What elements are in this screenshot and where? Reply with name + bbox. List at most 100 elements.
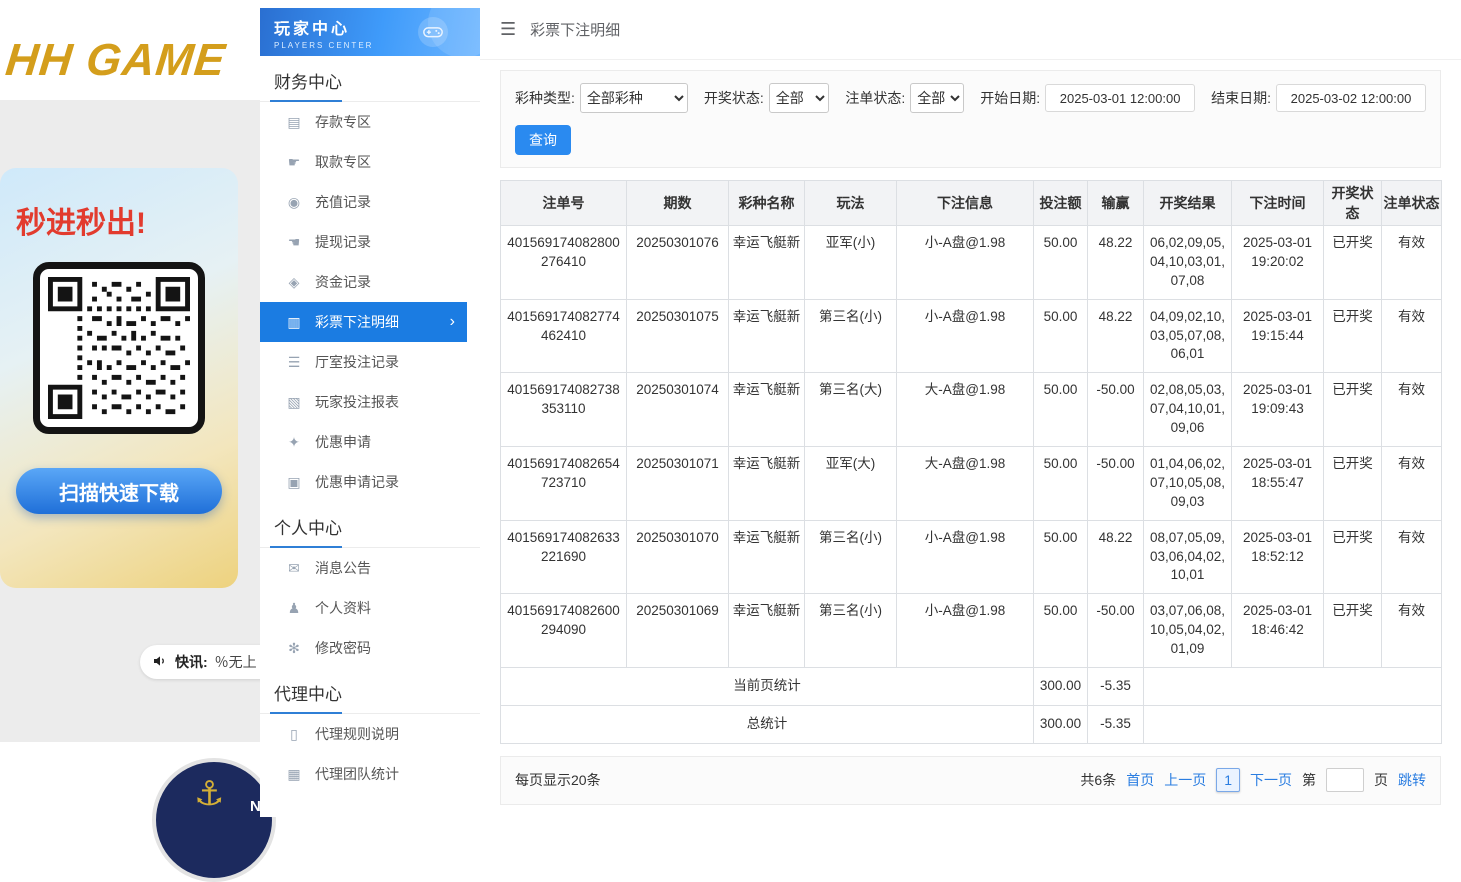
sidebar-item-promo-apply[interactable]: ✦ 优惠申请 [260,422,467,462]
table-cell: 已开奖 [1324,299,1382,373]
table-cell: 2025-03-01 19:15:44 [1232,299,1324,373]
table-cell: 小-A盘@1.98 [897,299,1034,373]
table-cell: 亚军(大) [805,447,897,521]
search-button[interactable]: 查询 [515,125,571,155]
table-cell: 已开奖 [1324,520,1382,594]
table-cell: 2025-03-01 18:55:47 [1232,447,1324,521]
table-cell: 已开奖 [1324,594,1382,668]
table-cell: 20250301075 [627,299,729,373]
table-cell: 第三名(小) [805,594,897,668]
sidebar-item-agent-rules[interactable]: ▯ 代理规则说明 [260,714,467,754]
page-size-text: 每页显示20条 [515,770,601,790]
section-title-agent: 代理中心 [260,668,480,714]
sidebar-item-agent-team-stats[interactable]: ▦ 代理团队统计 [260,754,467,794]
sidebar-item-label: 代理规则说明 [315,724,399,744]
sidebar-item-label: 充值记录 [315,192,371,212]
player-center-panel: 玩家中心 PLAYERS CENTER 财务中心 ▤ 存款专区 ☛ 取款专区 ◉… [260,0,1461,817]
sidebar-item-withdrawal-records[interactable]: ☚ 提现记录 [260,222,467,262]
sidebar-item-hall-bet-records[interactable]: ☰ 厅室投注记录 [260,342,467,382]
sidebar-item-label: 取款专区 [315,152,371,172]
table-cell: 48.22 [1088,299,1144,373]
anchor-icon: ⚓ [194,774,224,814]
end-date-input[interactable] [1276,84,1426,112]
sidebar-item-change-password[interactable]: ✻ 修改密码 [260,628,467,668]
table-cell: 50.00 [1034,594,1088,668]
column-header-play-type: 玩法 [805,181,897,226]
hamburger-icon[interactable]: ☰ [500,19,516,40]
table-cell: 03,07,06,08,10,05,04,02,01,09 [1144,594,1232,668]
table-cell: 已开奖 [1324,447,1382,521]
sidebar-item-promo-apply-records[interactable]: ▣ 优惠申请记录 [260,462,467,502]
first-page-link[interactable]: 首页 [1126,770,1154,790]
promo-records-icon: ▣ [286,474,302,491]
sidebar-item-deposit-zone[interactable]: ▤ 存款专区 [260,102,467,142]
table-cell: 04,09,02,10,03,05,07,08,06,01 [1144,299,1232,373]
gear-icon: ✻ [286,640,302,657]
jump-button[interactable]: 跳转 [1398,770,1426,790]
bet-details-icon: ▥ [286,314,302,331]
sidebar-item-label: 厅室投注记录 [315,352,399,372]
topbar: ☰ 彩票下注明细 [480,0,1461,60]
table-row: 401569174082654723710 20250301071 幸运飞艇新 … [501,447,1442,521]
sidebar-item-funds-records[interactable]: ◈ 资金记录 [260,262,467,302]
table-cell: 50.00 [1034,373,1088,447]
table-cell: 02,08,05,03,07,04,10,01,09,06 [1144,373,1232,447]
withdrawal-record-icon: ☚ [286,234,302,251]
current-page-button[interactable]: 1 [1216,768,1240,792]
page-title: 彩票下注明细 [530,19,620,40]
table-cell: 大-A盘@1.98 [897,373,1034,447]
start-date-label: 开始日期: [980,88,1040,108]
column-header-order-id: 注单号 [501,181,627,226]
table-cell: 20250301074 [627,373,729,447]
table-cell: 已开奖 [1324,373,1382,447]
table-cell: 小-A盘@1.98 [897,226,1034,300]
pagination-bar: 每页显示20条 共6条 首页 上一页 1 下一页 第 页 跳转 [500,756,1441,805]
order-status-label: 注单状态: [845,88,905,108]
table-row: 401569174082774462410 20250301075 幸运飞艇新 … [501,299,1442,373]
filter-box: 彩种类型: 全部彩种 开奖状态: 全部 注单状态: 全部 开始日期: 结束日期:… [500,70,1441,168]
bets-table: 注单号 期数 彩种名称 玩法 下注信息 投注额 输赢 开奖结果 下注时间 开奖状… [500,180,1442,744]
gamepad-icon [418,17,448,47]
sidebar-item-recharge-records[interactable]: ◉ 充值记录 [260,182,467,222]
table-cell: 401569174082800276410 [501,226,627,300]
lottery-type-select[interactable]: 全部彩种 [580,83,688,113]
table-cell: 2025-03-01 19:09:43 [1232,373,1324,447]
table-cell: 20250301071 [627,447,729,521]
sidebar-item-label: 个人资料 [315,598,371,618]
summary-winloss-total: -5.35 [1088,705,1144,743]
jump-page-input[interactable] [1326,768,1364,792]
summary-empty-cell [1144,668,1442,706]
table-cell: -50.00 [1088,373,1144,447]
scan-download-button[interactable]: 扫描快速下载 [16,468,222,514]
sidebar-item-profile[interactable]: ♟ 个人资料 [260,588,467,628]
hall-records-icon: ☰ [286,354,302,371]
site-logo: HH GAME [3,34,228,86]
jump-suffix-text: 页 [1374,770,1388,790]
draw-status-select[interactable]: 全部 [769,83,830,113]
column-header-issue: 期数 [627,181,729,226]
table-cell: 第三名(小) [805,520,897,594]
table-cell: 有效 [1382,299,1442,373]
sidebar-item-messages[interactable]: ✉ 消息公告 [260,548,467,588]
column-header-bet-time: 下注时间 [1232,181,1324,226]
table-cell: 幸运飞艇新 [729,373,805,447]
order-status-select[interactable]: 全部 [910,83,964,113]
sidebar-item-label: 彩票下注明细 [315,312,399,332]
table-cell: 08,07,05,09,03,06,04,02,10,01 [1144,520,1232,594]
sidebar-item-withdraw-zone[interactable]: ☛ 取款专区 [260,142,467,182]
sidebar-item-lottery-bet-details[interactable]: ▥ 彩票下注明细 › [260,302,467,342]
table-cell: 50.00 [1034,226,1088,300]
summary-winloss-total: -5.35 [1088,668,1144,706]
summary-label: 总统计 [501,705,1034,743]
sidebar-item-player-bet-report[interactable]: ▧ 玩家投注报表 [260,382,467,422]
table-row: 401569174082600294090 20250301069 幸运飞艇新 … [501,594,1442,668]
chevron-right-icon: › [450,313,455,331]
message-icon: ✉ [286,560,302,577]
next-page-link[interactable]: 下一页 [1250,770,1292,790]
column-header-draw-result: 开奖结果 [1144,181,1232,226]
summary-bet-total: 300.00 [1034,668,1088,706]
table-cell: 小-A盘@1.98 [897,520,1034,594]
prev-page-link[interactable]: 上一页 [1164,770,1206,790]
table-cell: 2025-03-01 19:20:02 [1232,226,1324,300]
start-date-input[interactable] [1045,84,1195,112]
